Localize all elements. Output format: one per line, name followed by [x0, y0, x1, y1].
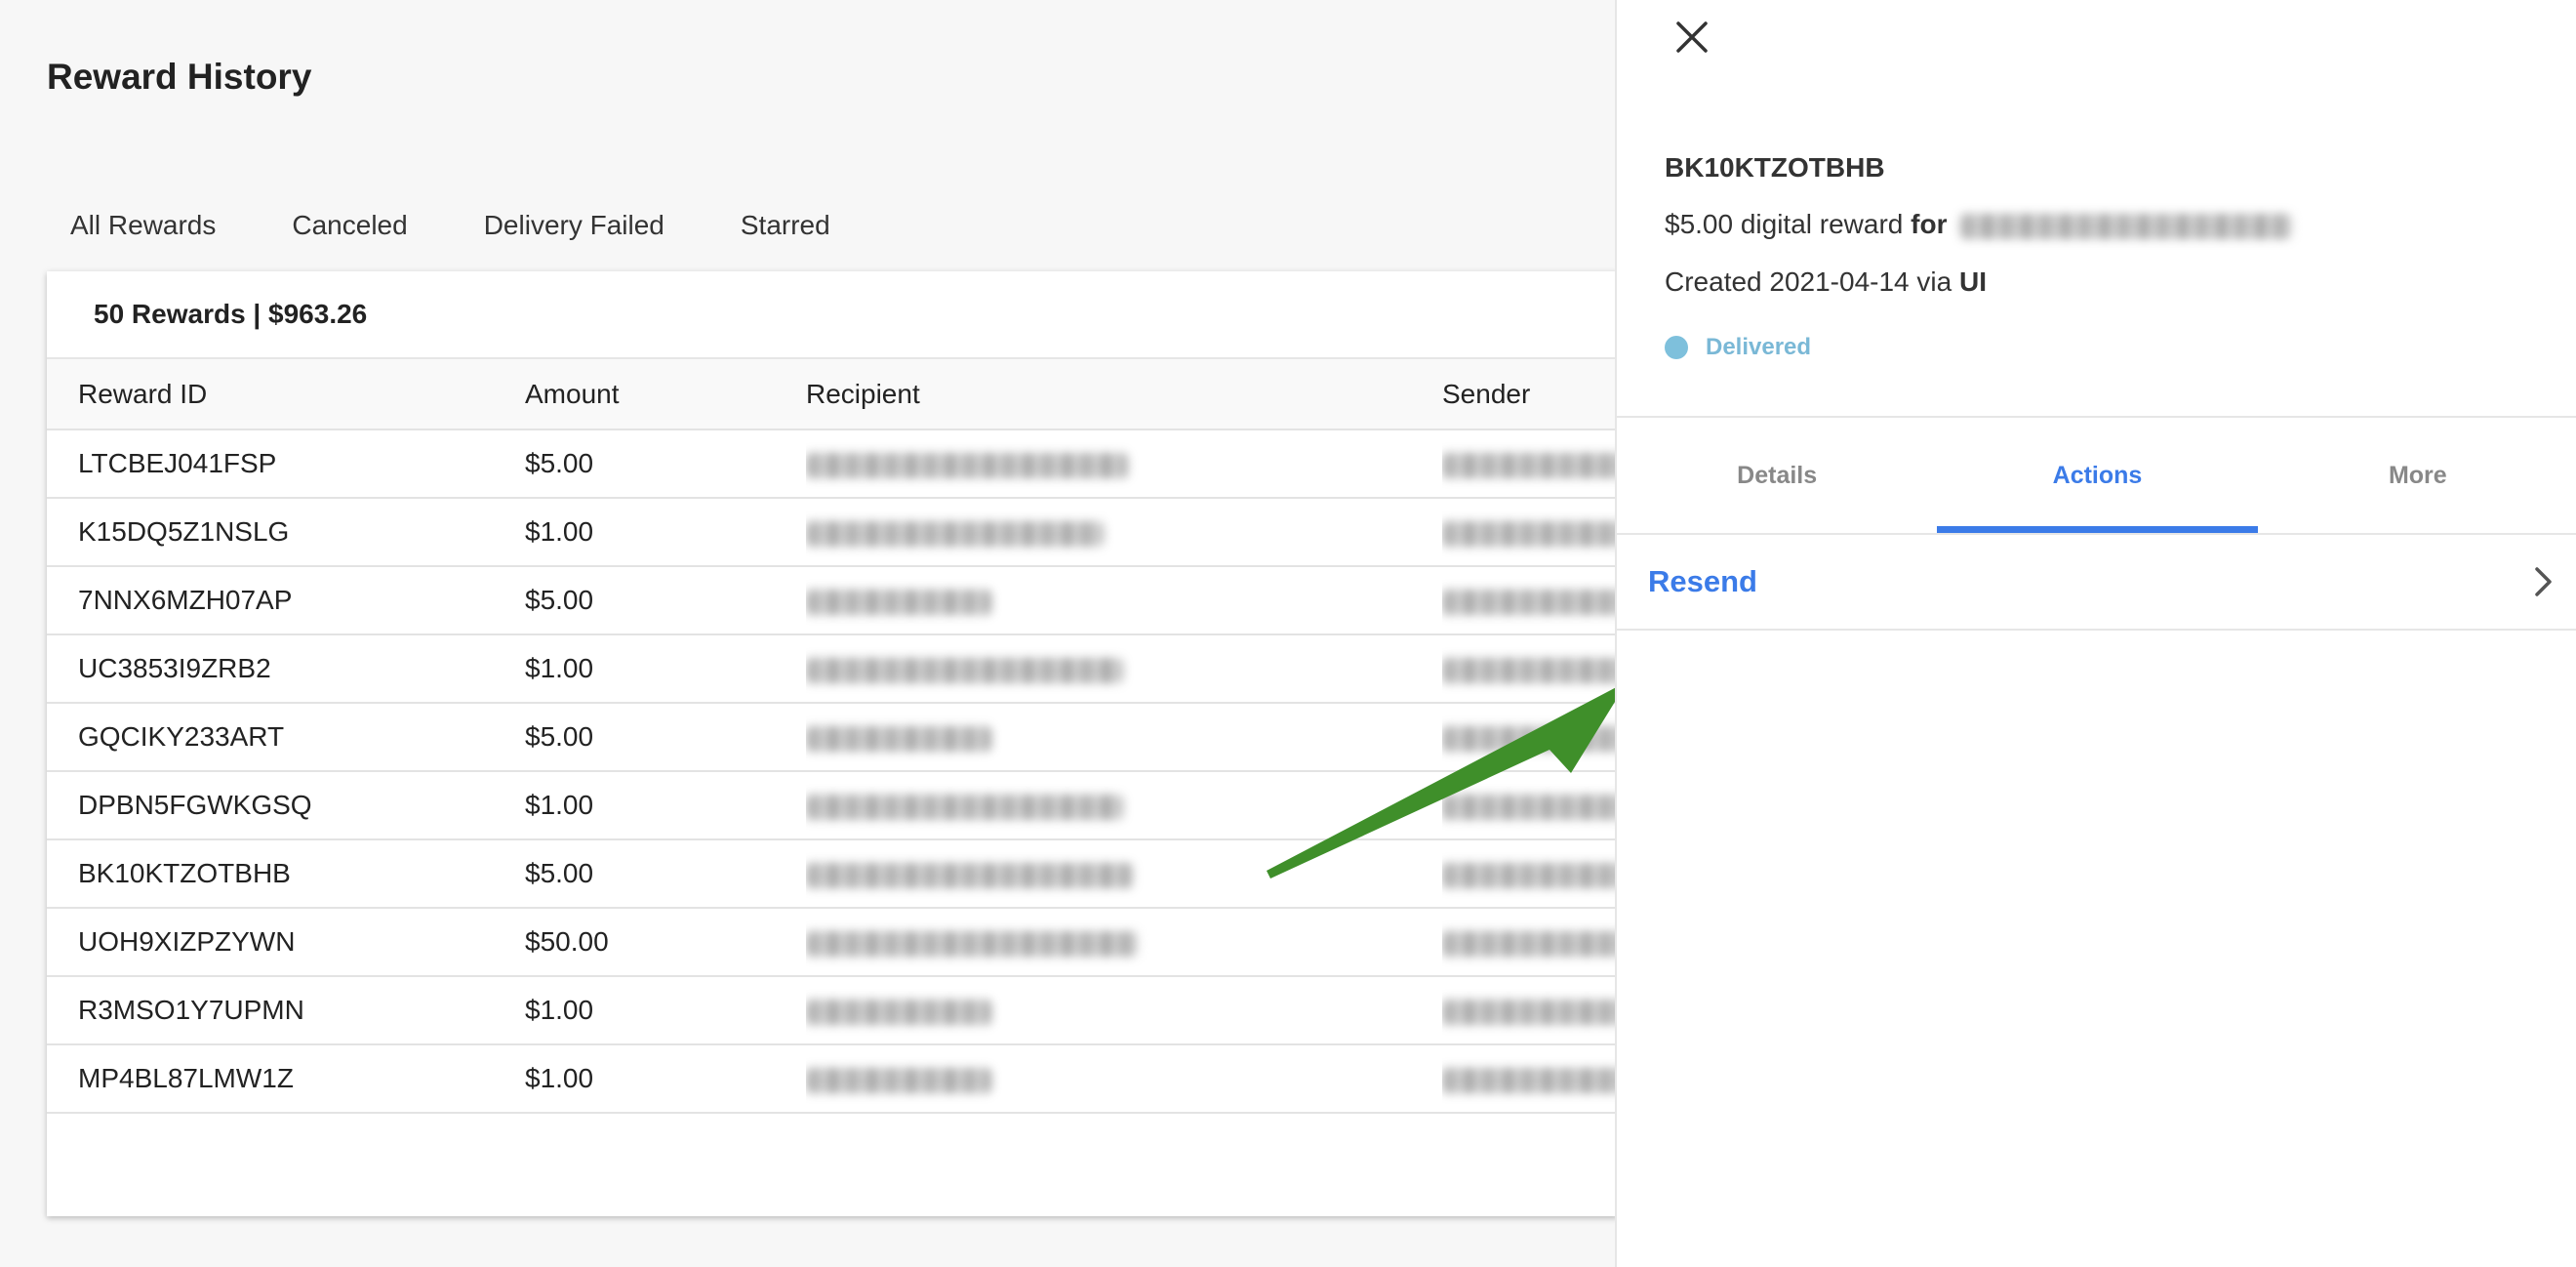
amount-cell: $5.00 — [525, 585, 594, 615]
tab-all-rewards[interactable]: All Rewards — [47, 210, 239, 241]
for-label: for — [1911, 209, 1948, 239]
status-badge: Delivered — [1665, 334, 1811, 361]
close-icon — [1676, 21, 1708, 53]
column-header-amount[interactable]: Amount — [525, 359, 806, 429]
reward-id-cell: DPBN5FGWKGSQ — [78, 790, 312, 820]
column-header-recipient[interactable]: Recipient — [806, 359, 1442, 429]
resend-label: Resend — [1648, 564, 1757, 598]
reward-id-cell: UC3853I9ZRB2 — [78, 653, 271, 683]
rewards-summary: 50 Rewards | $963.26 — [47, 271, 1618, 359]
status-text: Delivered — [1706, 334, 1812, 360]
recipient-cell — [806, 498, 1442, 566]
redacted-recipient — [806, 452, 1128, 478]
recipient-cell — [806, 429, 1442, 498]
recipient-cell — [806, 908, 1442, 976]
reward-id-cell: R3MSO1Y7UPMN — [78, 995, 304, 1025]
redacted-sender — [1442, 520, 1618, 547]
reward-id-cell: MP4BL87LMW1Z — [78, 1063, 294, 1093]
column-header-sender[interactable]: Sender — [1442, 359, 1618, 429]
redacted-recipient — [806, 794, 1123, 820]
redacted-sender — [1442, 452, 1618, 478]
redacted-sender — [1442, 589, 1618, 615]
tab-delivery-failed[interactable]: Delivery Failed — [461, 210, 688, 241]
tab-actions[interactable]: Actions — [1937, 418, 2258, 533]
recipient-cell — [806, 566, 1442, 634]
reward-id-cell: 7NNX6MZH07AP — [78, 585, 293, 615]
redacted-recipient — [806, 930, 1138, 957]
amount-cell: $5.00 — [525, 858, 594, 888]
table-row[interactable]: 7NNX6MZH07AP $5.00 — [47, 566, 1618, 634]
amount-cell: $1.00 — [525, 790, 594, 820]
redacted-sender — [1442, 930, 1618, 957]
reward-id-cell: GQCIKY233ART — [78, 721, 285, 752]
column-header-reward-id[interactable]: Reward ID — [47, 359, 525, 429]
reward-description: $5.00 digital reward for — [1665, 209, 2293, 240]
created-date: Created 2021-04-14 via — [1665, 266, 1959, 297]
reward-detail-panel: BK10KTZOTBHB $5.00 digital reward for Cr… — [1615, 0, 2576, 1267]
redacted-recipient — [806, 725, 991, 752]
table-row[interactable]: LTCBEJ041FSP $5.00 — [47, 429, 1618, 498]
redacted-recipient — [806, 589, 991, 615]
table-row[interactable]: MP4BL87LMW1Z $1.00 — [47, 1044, 1618, 1113]
reward-id-cell: UOH9XIZPZYWN — [78, 926, 296, 957]
close-button[interactable] — [1669, 14, 1715, 61]
redacted-recipient-email — [1960, 213, 2293, 239]
redacted-recipient — [806, 999, 991, 1025]
amount-cell: $1.00 — [525, 1063, 594, 1093]
table-row[interactable]: R3MSO1Y7UPMN $1.00 — [47, 976, 1618, 1044]
created-info: Created 2021-04-14 via UI — [1665, 266, 1987, 298]
table-row[interactable]: UOH9XIZPZYWN $50.00 — [47, 908, 1618, 976]
reward-id: BK10KTZOTBHB — [1665, 152, 1885, 183]
recipient-cell — [806, 1044, 1442, 1113]
tab-details[interactable]: Details — [1617, 418, 1937, 533]
reward-id-cell: K15DQ5Z1NSLG — [78, 516, 290, 547]
redacted-recipient — [806, 1067, 991, 1093]
resend-action[interactable]: Resend — [1617, 535, 2576, 631]
sender-cell — [1442, 976, 1618, 1044]
redacted-recipient — [806, 520, 1104, 547]
status-dot-icon — [1665, 336, 1688, 359]
amount-cell: $5.00 — [525, 721, 594, 752]
arrow-annotation-icon — [1267, 681, 1628, 879]
sender-cell — [1442, 1044, 1618, 1113]
table-row[interactable]: K15DQ5Z1NSLG $1.00 — [47, 498, 1618, 566]
amount-cell: $1.00 — [525, 516, 594, 547]
amount-cell: $50.00 — [525, 926, 609, 957]
recipient-cell — [806, 976, 1442, 1044]
tab-starred[interactable]: Starred — [717, 210, 854, 241]
redacted-sender — [1442, 999, 1618, 1025]
redacted-recipient — [806, 862, 1133, 888]
sender-cell — [1442, 429, 1618, 498]
created-via: UI — [1958, 266, 1987, 297]
sender-cell — [1442, 908, 1618, 976]
page-title: Reward History — [47, 57, 312, 97]
sender-cell — [1442, 498, 1618, 566]
panel-tabs: Details Actions More — [1617, 418, 2576, 535]
reward-amount-text: $5.00 digital reward — [1665, 209, 1912, 239]
table-header-row: Reward ID Amount Recipient Sender — [47, 359, 1618, 429]
amount-cell: $1.00 — [525, 995, 594, 1025]
chevron-right-icon — [2535, 567, 2552, 596]
amount-cell: $5.00 — [525, 448, 594, 478]
redacted-recipient — [806, 657, 1123, 683]
amount-cell: $1.00 — [525, 653, 594, 683]
reward-filter-tabs: All Rewards Canceled Delivery Failed Sta… — [47, 205, 883, 246]
redacted-sender — [1442, 1067, 1618, 1093]
tab-more[interactable]: More — [2258, 418, 2576, 533]
sender-cell — [1442, 566, 1618, 634]
reward-id-cell: LTCBEJ041FSP — [78, 448, 277, 478]
tab-canceled[interactable]: Canceled — [268, 210, 430, 241]
reward-id-cell: BK10KTZOTBHB — [78, 858, 291, 888]
